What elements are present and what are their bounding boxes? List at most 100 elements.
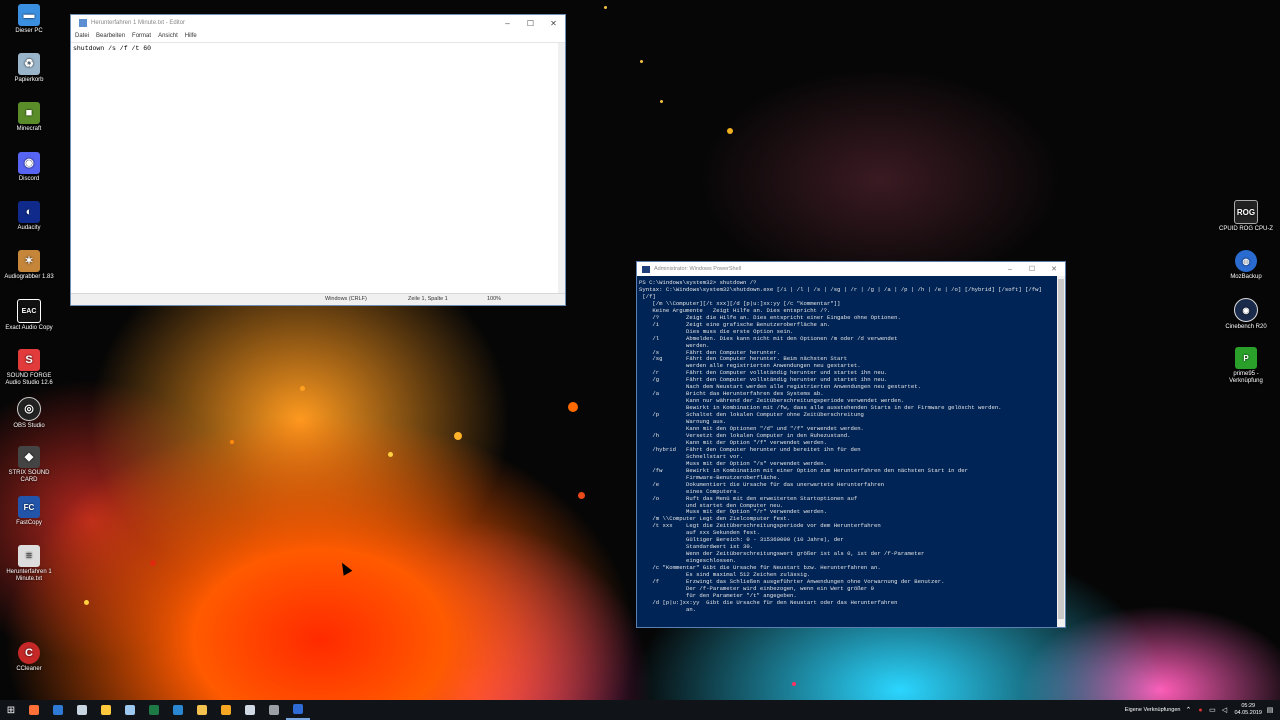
notepad-titlebar[interactable]: Herunterfahren 1 Minute.txt - Editor – ☐… [71, 15, 565, 31]
desktop-icon-cinebench[interactable]: ◉ Cinebench R20 [1219, 298, 1273, 331]
desktop-icon-label: Audacity [17, 225, 41, 231]
maximize-button[interactable]: ☐ [1021, 262, 1043, 276]
desktop-icon-label: Exact Audio Copy [5, 325, 53, 331]
desktop-icon-this-pc[interactable]: ▬ Dieser PC [2, 4, 56, 35]
tray-label[interactable]: Eigene Verknüpfungen [1125, 707, 1181, 713]
ccleaner-icon: C [18, 642, 40, 664]
console-line: Syntax: C:\Windows\system32\shutdown.exe… [639, 285, 1042, 293]
desktop-icon-discord[interactable]: ◉ Discord [2, 152, 56, 183]
close-button[interactable]: ✕ [542, 15, 565, 31]
taskbar-button[interactable] [166, 700, 190, 720]
notepad-content[interactable]: shutdown /s /f /t 60 [73, 45, 565, 52]
taskbar-button[interactable] [46, 700, 70, 720]
powershell-app-icon [642, 265, 650, 273]
taskbar-button[interactable] [142, 700, 166, 720]
notepad-window[interactable]: Herunterfahren 1 Minute.txt - Editor – ☐… [70, 14, 566, 306]
desktop-icon-label: CPUID ROG CPU-Z [1219, 226, 1273, 232]
menu-datei[interactable]: Datei [75, 33, 89, 39]
status-zoom: 100% [487, 296, 502, 302]
desktop-icon-label: Minecraft [16, 126, 42, 132]
taskbar-button[interactable] [94, 700, 118, 720]
taskbar-button[interactable] [238, 700, 262, 720]
taskbar-button[interactable] [70, 700, 94, 720]
clock-time: 05:29 [1241, 703, 1256, 709]
powershell-console[interactable]: PS C:\Windows\system32> shutdown /? Synta… [637, 276, 1057, 627]
minimize-button[interactable]: – [999, 262, 1021, 276]
volume-icon[interactable]: ◁ [1220, 706, 1228, 714]
vertical-scrollbar[interactable] [558, 43, 565, 294]
audacity-icon: ◐ [18, 201, 40, 223]
system-tray: Eigene Verknüpfungen ⌃ ● ▭ ◁ 05:29 04.05… [1125, 700, 1274, 720]
taskbar-button[interactable] [190, 700, 214, 720]
desktop-icon-label: Dieser PC [15, 28, 43, 34]
desktop-icon-label: Cinebench R20 [1225, 324, 1267, 330]
firefox-icon [29, 705, 39, 715]
powershell-window[interactable]: Administrator: Windows PowerShell – ☐ ✕ … [636, 261, 1066, 628]
desktop-icon-label: Herunterfahren 1 Minute.txt [6, 569, 52, 582]
menu-ansicht[interactable]: Ansicht [158, 33, 178, 39]
minecraft-icon: ■ [18, 102, 40, 124]
notepad-title: Herunterfahren 1 Minute.txt - Editor [91, 20, 186, 26]
desktop-icon-label: FastCopy [16, 520, 42, 526]
task-manager-icon [125, 705, 135, 715]
notepad-taskbar-icon [245, 705, 255, 715]
desktop-icon-audiograbber[interactable]: ✶ Audiograbber 1.83 [2, 250, 56, 281]
cpuz-icon: ROG [1234, 200, 1258, 224]
desktop-icon-fastcopy[interactable]: FC FastCopy [2, 496, 56, 527]
clock[interactable]: 05:29 04.05.2019 [1234, 703, 1262, 717]
taskbar-button[interactable] [262, 700, 286, 720]
scrollbar-thumb[interactable] [1058, 279, 1064, 619]
desktop-icon-eac[interactable]: EAC Exact Audio Copy [2, 299, 56, 332]
audacity-taskbar-icon [221, 705, 231, 715]
chevron-up-icon[interactable]: ⌃ [1184, 706, 1192, 714]
discord-icon: ◉ [18, 152, 40, 174]
taskbar-button[interactable] [286, 700, 310, 720]
taskbar-button[interactable] [22, 700, 46, 720]
desktop-icon-label: MozBackup [1230, 274, 1262, 280]
desktop-icon-label: STRIX SOUND CARD [8, 470, 50, 483]
shield-icon[interactable]: ● [1196, 706, 1204, 714]
desktop-icon-label: SOUND FORGE Audio Studio 12.6 [5, 373, 53, 386]
eac-icon: EAC [17, 299, 41, 323]
close-button[interactable]: ✕ [1043, 262, 1065, 276]
taskbar-button[interactable] [214, 700, 238, 720]
notification-icon[interactable]: ▤ [1266, 706, 1274, 714]
desktop-icon-obs[interactable]: ◎ OBS Studio [2, 397, 56, 430]
desktop-icon-cpuz[interactable]: ROG CPUID ROG CPU-Z [1219, 200, 1273, 233]
menu-hilfe[interactable]: Hilfe [185, 33, 197, 39]
start-button[interactable]: ⊞ [0, 700, 22, 720]
mail-icon [53, 705, 63, 715]
desktop-icon-soundforge[interactable]: S SOUND FORGE Audio Studio 12.6 [2, 349, 56, 387]
notepad-editor[interactable]: shutdown /s /f /t 60 [71, 42, 565, 294]
soundforge-icon: S [18, 349, 40, 371]
computer-icon: ▬ [18, 4, 40, 26]
menu-bearbeiten[interactable]: Bearbeiten [96, 33, 125, 39]
desktop-icon-label: Discord [18, 176, 40, 182]
desktop-icon-strix[interactable]: ◆ STRIX SOUND CARD [2, 446, 56, 484]
powershell-title: Administrator: Windows PowerShell [654, 266, 742, 272]
notepad-menubar: Datei Bearbeiten Format Ansicht Hilfe [71, 31, 565, 41]
vertical-scrollbar[interactable] [1057, 276, 1065, 627]
desktop-icon-text-file[interactable]: ≡ Herunterfahren 1 Minute.txt [2, 545, 56, 583]
maximize-button[interactable]: ☐ [519, 15, 542, 31]
status-encoding: Windows (CRLF) [325, 296, 367, 302]
taskbar-button[interactable] [118, 700, 142, 720]
desktop-icon-mozbackup[interactable]: ◍ MozBackup [1219, 250, 1273, 281]
desktop-icon-label: Papierkorb [14, 77, 44, 83]
console-line: /d [p|u:]xx:yy Gibt die Ursache für den … [639, 598, 898, 606]
desktop-icon-label: Audiograbber 1.83 [4, 274, 54, 280]
desktop-icon-recycle-bin[interactable]: ♻ Papierkorb [2, 53, 56, 84]
minimize-button[interactable]: – [496, 15, 519, 31]
recycle-bin-icon: ♻ [18, 53, 40, 75]
excel-icon [149, 705, 159, 715]
desktop-icon-prime95[interactable]: P prime95 - Verknüpfung [1219, 347, 1273, 385]
powershell-titlebar[interactable]: Administrator: Windows PowerShell – ☐ ✕ [637, 262, 1065, 276]
desktop-icon-audacity[interactable]: ◐ Audacity [2, 201, 56, 232]
desktop-icon-ccleaner[interactable]: C CCleaner [2, 642, 56, 673]
network-icon[interactable]: ▭ [1208, 706, 1216, 714]
notepad-app-icon [79, 19, 87, 27]
desktop-icon-minecraft[interactable]: ■ Minecraft [2, 102, 56, 133]
text-file-icon: ≡ [18, 545, 40, 567]
menu-format[interactable]: Format [132, 33, 151, 39]
strix-icon: ◆ [18, 446, 40, 468]
